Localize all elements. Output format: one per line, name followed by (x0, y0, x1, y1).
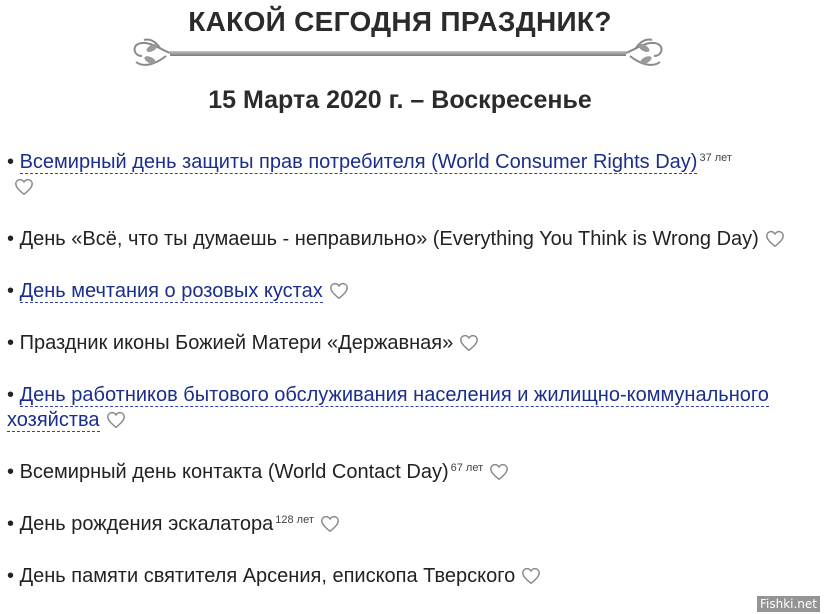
bullet: • (7, 513, 15, 535)
holiday-item: • День работников бытового обслуживания … (7, 383, 797, 433)
bullet: • (7, 280, 15, 302)
holiday-item: • День мечтания о розовых кустах (7, 279, 797, 304)
bullet: • (7, 151, 15, 173)
heart-outline-icon[interactable] (320, 515, 340, 533)
bullet: • (7, 461, 15, 483)
holiday-item: • День рождения эскалатора 128 лет (7, 512, 797, 537)
holiday-item: • Всемирный день контакта (World Contact… (7, 460, 797, 485)
watermark: Fishki.net (756, 596, 820, 612)
heart-outline-icon[interactable] (489, 463, 509, 481)
holiday-text: День памяти святителя Арсения, епископа … (19, 565, 516, 587)
age-badge: 128 лет (275, 514, 314, 526)
holiday-item: • День «Всё, что ты думаешь - неправильн… (7, 227, 797, 252)
heart-outline-icon[interactable] (329, 282, 349, 300)
bullet: • (7, 565, 15, 587)
age-badge: 37 лет (699, 152, 732, 164)
holiday-text: День «Всё, что ты думаешь - неправильно»… (19, 228, 759, 250)
heart-outline-icon[interactable] (765, 230, 785, 248)
floral-divider-icon (133, 38, 663, 66)
holiday-text: День рождения эскалатора (19, 513, 274, 535)
heart-outline-icon[interactable] (106, 411, 126, 429)
heart-outline-icon[interactable] (14, 178, 34, 196)
holiday-text: Праздник иконы Божией Матери «Державная» (19, 332, 454, 354)
heart-outline-icon[interactable] (459, 334, 479, 352)
page-date: 15 Марта 2020 г. – Воскресенье (208, 86, 592, 114)
holiday-link[interactable]: День мечтания о розовых кустах (19, 280, 323, 303)
holiday-link[interactable]: Всемирный день защиты прав потребителя (… (19, 151, 698, 174)
holiday-item: • Праздник иконы Божией Матери «Державна… (7, 331, 797, 356)
bullet: • (7, 384, 15, 406)
bullet: • (7, 332, 15, 354)
bullet: • (7, 228, 15, 250)
holiday-item: • Всемирный день защиты прав потребителя… (7, 150, 797, 200)
holiday-item: • День памяти святителя Арсения, епископ… (7, 564, 797, 589)
heart-outline-icon[interactable] (521, 567, 541, 585)
age-badge: 67 лет (450, 462, 484, 474)
holiday-list: • Всемирный день защиты прав потребителя… (7, 150, 797, 614)
holiday-text: Всемирный день контакта (World Contact D… (19, 461, 449, 483)
